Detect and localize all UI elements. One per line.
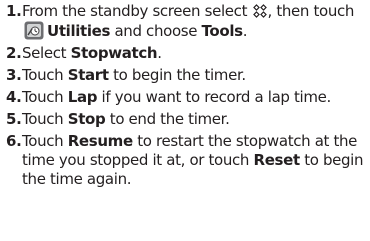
step-4: 4. Touch Lap if you want to record a lap… (6, 88, 370, 107)
step-1: 1. From the standby screen select , then… (6, 2, 370, 41)
step-text: Touch (22, 110, 64, 128)
step-5: 5. Touch Stop to end the timer. (6, 110, 370, 129)
step-number: 4. (6, 88, 22, 106)
step-6: 6. Touch Resume to restart the stopwatch… (6, 132, 370, 189)
lap-label: Lap (67, 88, 98, 106)
step-3: 3. Touch Start to begin the timer. (6, 66, 370, 85)
step-text: to begin the timer. (113, 66, 246, 84)
tools-label: Tools (201, 22, 244, 40)
step-text: . (242, 22, 248, 40)
step-number: 3. (6, 66, 22, 84)
stopwatch-label: Stopwatch (70, 44, 158, 62)
step-text: Touch (22, 66, 64, 84)
stop-label: Stop (67, 110, 106, 128)
instruction-document: 1. From the standby screen select , then… (0, 0, 370, 241)
utilities-label: Utilities (47, 22, 111, 40)
step-text: Touch (22, 132, 64, 150)
step-number: 2. (6, 44, 22, 62)
step-number: 5. (6, 110, 22, 128)
step-number: 6. (6, 132, 22, 150)
step-text: if you want to record a lap time. (101, 88, 332, 106)
start-label: Start (67, 66, 109, 84)
resume-label: Resume (67, 132, 133, 150)
step-list: 1. From the standby screen select , then… (6, 2, 370, 189)
step-text: From the standby screen select (22, 2, 248, 20)
step-text: Select (22, 44, 67, 62)
step-text: and choose (114, 22, 198, 40)
utilities-app-icon (24, 21, 44, 40)
step-text: , then touch (267, 2, 355, 20)
step-text: to end the timer. (109, 110, 230, 128)
menu-grid-icon (252, 4, 267, 18)
step-2: 2. Select Stopwatch. (6, 44, 370, 63)
step-text: . (157, 44, 162, 62)
step-number: 1. (6, 2, 22, 20)
step-text: Touch (22, 88, 64, 106)
reset-label: Reset (253, 151, 301, 169)
